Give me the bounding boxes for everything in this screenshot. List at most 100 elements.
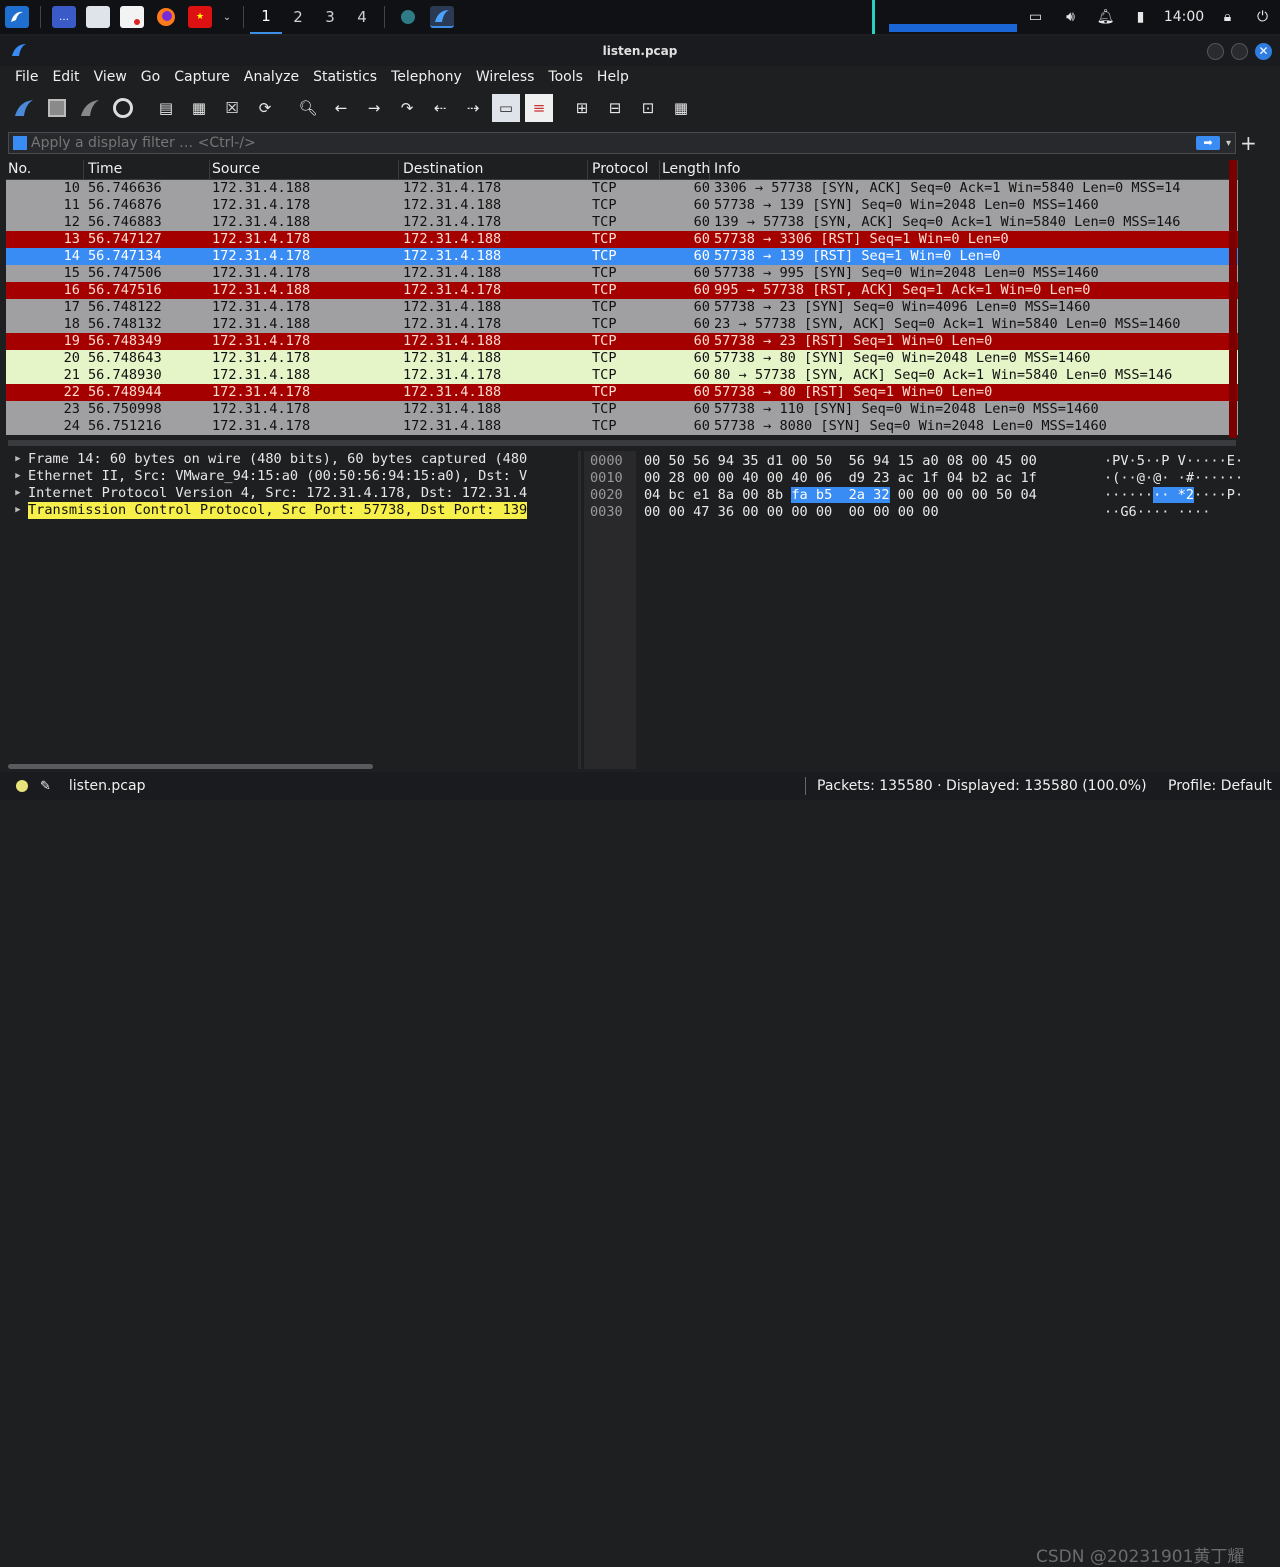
expand-arrow-icon[interactable]: ▶	[8, 468, 28, 485]
column-protocol[interactable]: Protocol	[588, 160, 660, 179]
go-back-icon[interactable]: ←	[327, 94, 355, 122]
display-icon[interactable]: ▭	[1018, 0, 1053, 34]
bytes-ascii[interactable]: ·(··@·@· ·#······	[1104, 470, 1243, 487]
menu-file[interactable]: File	[15, 69, 38, 85]
close-file-icon[interactable]: ☒	[218, 94, 246, 122]
packet-row[interactable]: 12 56.746883 172.31.4.188 172.31.4.178 TCP 60…	[6, 214, 1238, 231]
lock-icon[interactable]: 🔒︎	[1210, 0, 1245, 34]
packet-row[interactable]: 24 56.751216 172.31.4.178 172.31.4.188 TCP 60…	[6, 418, 1238, 435]
menu-telephony[interactable]: Telephony	[391, 69, 462, 85]
firefox-icon[interactable]	[154, 6, 178, 28]
go-to-packet-icon[interactable]: ↷	[393, 94, 421, 122]
bytes-ascii[interactable]: ········ *2····P·	[1104, 487, 1243, 504]
stop-capture-icon[interactable]	[43, 94, 71, 122]
first-packet-icon[interactable]: ⇠	[426, 94, 454, 122]
reload-file-icon[interactable]: ⟳	[251, 94, 279, 122]
menu-analyze[interactable]: Analyze	[244, 69, 299, 85]
text-editor-icon[interactable]	[120, 6, 144, 28]
expand-arrow-icon[interactable]: ▶	[8, 502, 28, 519]
apply-filter-button[interactable]: ➡	[1195, 136, 1220, 150]
expert-info-icon[interactable]	[16, 780, 28, 792]
menu-go[interactable]: Go	[141, 69, 160, 85]
details-hscrollbar[interactable]	[8, 764, 373, 769]
capture-comment-icon[interactable]: ✎	[40, 779, 51, 794]
packet-row[interactable]: 10 56.746636 172.31.4.188 172.31.4.178 TCP 60…	[6, 180, 1238, 197]
terminal-icon[interactable]: …	[52, 6, 76, 28]
go-forward-icon[interactable]: →	[360, 94, 388, 122]
battery-icon[interactable]: ▮	[1123, 0, 1158, 34]
task-app-icon[interactable]	[396, 6, 420, 28]
start-capture-icon[interactable]	[10, 94, 38, 122]
packet-row[interactable]: 21 56.748930 172.31.4.188 172.31.4.178 TCP 60…	[6, 367, 1238, 384]
bytes-ascii[interactable]: ·PV·5··P V·····E·	[1104, 453, 1243, 470]
workspace-2[interactable]: 2	[282, 0, 314, 34]
packet-row[interactable]: 19 56.748349 172.31.4.178 172.31.4.188 TCP 60…	[6, 333, 1238, 350]
column-info[interactable]: Info	[710, 160, 1238, 179]
maximize-button[interactable]	[1231, 43, 1248, 60]
packet-row[interactable]: 15 56.747506 172.31.4.178 172.31.4.188 TCP 60…	[6, 265, 1238, 282]
column-source[interactable]: Source	[210, 160, 399, 179]
minimize-button[interactable]	[1207, 43, 1224, 60]
workspace-3[interactable]: 3	[314, 0, 346, 34]
bytes-ascii[interactable]: ··G6···· ····	[1104, 504, 1210, 521]
menu-help[interactable]: Help	[597, 69, 629, 85]
packet-list-scrollbar[interactable]	[1229, 160, 1237, 438]
expand-arrow-icon[interactable]: ▶	[8, 485, 28, 502]
volume-icon[interactable]: 🔊︎	[1053, 0, 1088, 34]
pane-splitter[interactable]	[578, 451, 581, 769]
kali-menu-icon[interactable]	[5, 6, 29, 28]
add-filter-button[interactable]: +	[1240, 131, 1257, 155]
menu-tools[interactable]: Tools	[548, 69, 583, 85]
bytes-hex[interactable]: 00 00 47 36 00 00 00 00 00 00 00 00	[644, 504, 939, 521]
column-time[interactable]: Time	[84, 160, 210, 179]
packet-row[interactable]: 11 56.746876 172.31.4.178 172.31.4.188 TCP 60…	[6, 197, 1238, 214]
menu-capture[interactable]: Capture	[174, 69, 230, 85]
packet-row[interactable]: 14 56.747134 172.31.4.178 172.31.4.188 TCP 60…	[6, 248, 1238, 265]
file-manager-icon[interactable]	[86, 6, 110, 28]
detail-row-ip[interactable]: ▶ Internet Protocol Version 4, Src: 172.3…	[8, 485, 578, 502]
wireshark-task-icon[interactable]	[430, 6, 454, 28]
expand-arrow-icon[interactable]: ▶	[8, 451, 28, 468]
bytes-hex[interactable]: 00 28 00 00 40 00 40 06 d9 23 ac 1f 04 b…	[644, 470, 1037, 487]
menu-statistics[interactable]: Statistics	[313, 69, 377, 85]
autoscroll-icon[interactable]: ▭	[492, 94, 520, 122]
restart-capture-icon[interactable]	[76, 94, 104, 122]
column-length[interactable]: Length	[660, 160, 710, 179]
column-no[interactable]: No.	[6, 160, 84, 179]
packet-list-hscrollbar[interactable]	[8, 440, 1236, 446]
status-profile[interactable]: Profile: Default	[1168, 778, 1272, 794]
clock[interactable]: 14:00	[1158, 0, 1210, 34]
packet-row[interactable]: 17 56.748122 172.31.4.178 172.31.4.188 TCP 60…	[6, 299, 1238, 316]
column-destination[interactable]: Destination	[399, 160, 588, 179]
normal-size-icon[interactable]: ⊡	[634, 94, 662, 122]
bytes-hex[interactable]: 04 bc e1 8a 00 8b fa b5 2a 32 00 00 00 0…	[644, 487, 1037, 504]
resize-columns-icon[interactable]: ▦	[667, 94, 695, 122]
packet-row[interactable]: 23 56.750998 172.31.4.178 172.31.4.188 TCP 60…	[6, 401, 1238, 418]
menu-view[interactable]: View	[94, 69, 127, 85]
notifications-icon[interactable]: 🔔︎	[1088, 0, 1123, 34]
open-file-icon[interactable]: ▤	[152, 94, 180, 122]
packet-row[interactable]: 18 56.748132 172.31.4.188 172.31.4.178 TCP 60…	[6, 316, 1238, 333]
zoom-in-icon[interactable]: ⊞	[568, 94, 596, 122]
detail-row-frame[interactable]: ▶ Frame 14: 60 bytes on wire (480 bits), …	[8, 451, 578, 468]
packet-row[interactable]: 13 56.747127 172.31.4.178 172.31.4.188 TCP 60…	[6, 231, 1238, 248]
capture-options-icon[interactable]	[109, 94, 137, 122]
bytes-hex[interactable]: 00 50 56 94 35 d1 00 50 56 94 15 a0 08 0…	[644, 453, 1037, 470]
display-filter-input[interactable]	[27, 135, 1196, 151]
detail-row-ethernet[interactable]: ▶ Ethernet II, Src: VMware_94:15:a0 (00:5…	[8, 468, 578, 485]
packet-row[interactable]: 20 56.748643 172.31.4.178 172.31.4.188 TCP 60…	[6, 350, 1238, 367]
filter-dropdown-icon[interactable]: ▾	[1226, 138, 1231, 149]
power-icon[interactable]: ⏻	[1245, 0, 1280, 34]
chevron-down-icon[interactable]: ⌄	[222, 6, 232, 28]
detail-row-tcp[interactable]: ▶ Transmission Control Protocol, Src Port…	[8, 502, 578, 519]
bookmark-icon[interactable]	[13, 136, 27, 150]
close-button[interactable]: ✕	[1255, 43, 1272, 60]
save-file-icon[interactable]: ▦	[185, 94, 213, 122]
workspace-1[interactable]: 1	[250, 0, 282, 34]
screenshot-app-icon[interactable]: ★	[188, 6, 212, 28]
colorize-icon[interactable]: ≡	[525, 94, 553, 122]
menu-wireless[interactable]: Wireless	[476, 69, 535, 85]
packet-row[interactable]: 22 56.748944 172.31.4.178 172.31.4.188 TCP 60…	[6, 384, 1238, 401]
zoom-out-icon[interactable]: ⊟	[601, 94, 629, 122]
packet-row[interactable]: 16 56.747516 172.31.4.188 172.31.4.178 TCP 60…	[6, 282, 1238, 299]
